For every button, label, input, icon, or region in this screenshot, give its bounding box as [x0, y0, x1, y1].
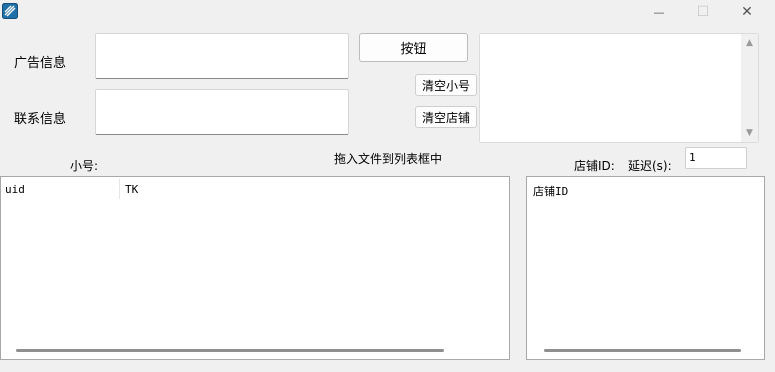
column-header-uid[interactable]: uid	[5, 183, 25, 196]
ad-info-label: 广告信息	[14, 56, 67, 71]
close-button[interactable]: ✕	[724, 0, 770, 24]
action-button[interactable]: 按钮	[359, 33, 468, 62]
minimize-button[interactable]: —	[636, 0, 682, 24]
scroll-up-icon[interactable]: ▲	[741, 37, 758, 49]
column-header-tk[interactable]: TK	[125, 183, 138, 196]
shop-list-header: 店铺ID	[527, 177, 764, 199]
shop-id-label: 店铺ID:	[574, 159, 615, 173]
accounts-listview[interactable]: uid TK	[0, 176, 510, 360]
log-scrollbar[interactable]: ▲ ▼	[741, 34, 758, 142]
ad-info-input[interactable]	[95, 33, 349, 79]
shop-horizontal-scrollbar[interactable]	[544, 349, 741, 352]
column-divider[interactable]	[119, 179, 120, 199]
maximize-button[interactable]: ☐	[680, 0, 726, 24]
accounts-horizontal-scrollbar[interactable]	[16, 349, 444, 352]
log-textarea[interactable]: ▲ ▼	[479, 33, 759, 143]
clear-accounts-button[interactable]: 清空小号	[415, 74, 477, 96]
accounts-label: 小号:	[70, 159, 99, 173]
drag-hint-label: 拖入文件到列表框中	[334, 152, 443, 166]
delay-label: 延迟(s):	[628, 159, 672, 173]
contact-info-label: 联系信息	[14, 112, 67, 127]
app-icon	[2, 3, 18, 19]
column-header-shop-id[interactable]: 店铺ID	[533, 183, 568, 199]
accounts-list-header: uid TK	[1, 177, 509, 199]
contact-info-input[interactable]	[95, 89, 349, 135]
scroll-down-icon[interactable]: ▼	[741, 127, 758, 139]
delay-input[interactable]: 1	[685, 147, 747, 169]
shop-listview[interactable]: 店铺ID	[526, 176, 765, 360]
clear-shops-button[interactable]: 清空店铺	[415, 106, 477, 128]
title-bar: — ☐ ✕	[0, 0, 775, 26]
